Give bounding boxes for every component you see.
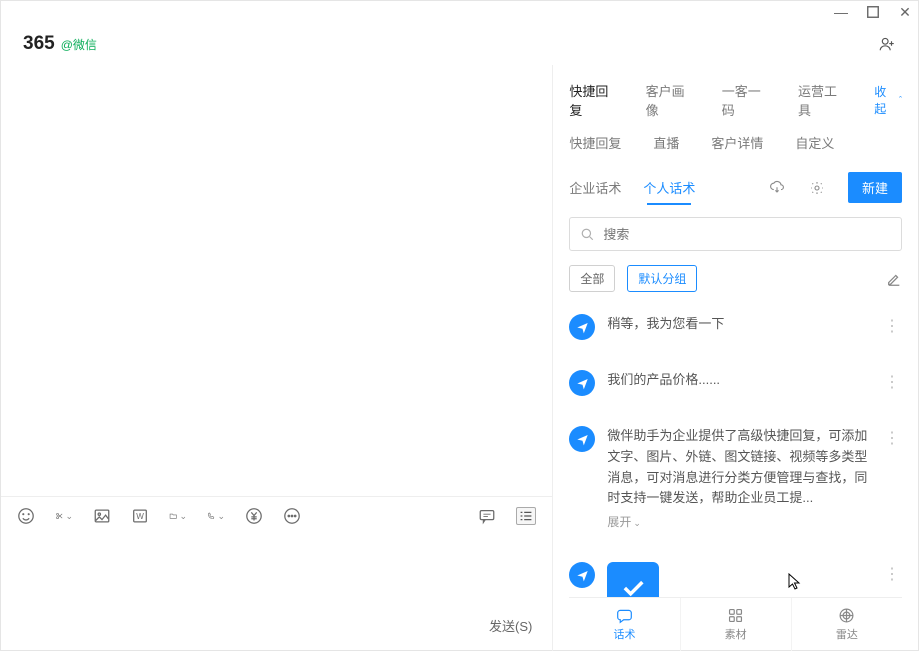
item-more-icon[interactable]: ⋮ — [884, 314, 898, 340]
search-box[interactable] — [569, 217, 902, 251]
script-type-row: 企业话术 个人话术 新建 — [569, 172, 902, 203]
chat-bubble-icon — [616, 607, 633, 624]
group-chips: 全部 默认分组 — [569, 265, 902, 292]
nav-script[interactable]: 话术 — [569, 598, 680, 651]
side-panel: 快捷回复 客户画像 一客一码 运营工具 收起ˆ 快捷回复 直播 客户详情 自定义… — [553, 65, 918, 651]
scissors-icon[interactable]: ⌄ — [55, 507, 73, 525]
send-reply-icon[interactable] — [569, 370, 595, 396]
tab2-live[interactable]: 直播 — [653, 133, 679, 152]
primary-tabs: 快捷回复 客户画像 一客一码 运营工具 收起ˆ — [569, 81, 902, 119]
chip-default-group[interactable]: 默认分组 — [627, 265, 697, 292]
reply-list: 稍等，我为您看一下 ⋮ 我们的产品价格...... ⋮ 微伴助手为企业提供了高级… — [569, 314, 902, 597]
chat-panel: ⌄ W ⌄ ⌄ 发送(S) — [1, 65, 553, 651]
reply-item: 微伴助手为企业提供了高级快捷回复，可添加文字、图片、外链、图文链接、视频等多类型… — [569, 426, 898, 532]
phone-icon[interactable]: ⌄ — [207, 507, 225, 525]
grid-icon — [727, 607, 744, 624]
svg-text:W: W — [136, 512, 144, 521]
reply-image[interactable] — [607, 562, 872, 597]
currency-icon[interactable] — [245, 507, 263, 525]
nav-radar[interactable]: 雷达 — [792, 598, 902, 651]
tab2-custom[interactable]: 自定义 — [795, 133, 834, 152]
item-more-icon[interactable]: ⋮ — [884, 562, 898, 597]
chip-all[interactable]: 全部 — [569, 265, 615, 292]
collapse-button[interactable]: 收起ˆ — [874, 83, 902, 117]
more-icon[interactable] — [283, 507, 301, 525]
send-reply-icon[interactable] — [569, 562, 595, 588]
bottom-nav: 话术 素材 雷达 — [569, 597, 902, 651]
list-view-icon[interactable] — [516, 507, 536, 525]
header: 365 @微信 — [1, 23, 918, 65]
checkmark-image-icon — [607, 562, 659, 597]
enterprise-script-tab[interactable]: 企业话术 — [569, 178, 621, 197]
contact-name: 365 — [23, 33, 55, 55]
settings-icon[interactable] — [808, 179, 826, 197]
image-icon[interactable] — [93, 507, 111, 525]
reply-text[interactable]: 微伴助手为企业提供了高级快捷回复，可添加文字、图片、外链、图文链接、视频等多类型… — [607, 426, 872, 532]
quote-icon[interactable] — [478, 507, 496, 525]
nav-material[interactable]: 素材 — [681, 598, 792, 651]
tab-one-code[interactable]: 一客一码 — [722, 81, 770, 119]
item-more-icon[interactable]: ⋮ — [884, 370, 898, 396]
secondary-tabs: 快捷回复 直播 客户详情 自定义 — [569, 133, 902, 152]
expand-button[interactable]: 展开 ⌄ — [607, 513, 872, 532]
input-toolbar: ⌄ W ⌄ ⌄ — [1, 497, 552, 535]
item-more-icon[interactable]: ⋮ — [884, 426, 898, 532]
tab-customer-profile[interactable]: 客户画像 — [646, 81, 694, 119]
reply-item: 稍等，我为您看一下 ⋮ — [569, 314, 898, 340]
reply-item: ⋮ — [569, 562, 898, 597]
reply-text[interactable]: 我们的产品价格...... — [607, 370, 872, 396]
chat-input-area: ⌄ W ⌄ ⌄ 发送(S) — [1, 496, 552, 651]
send-reply-icon[interactable] — [569, 314, 595, 340]
radar-icon — [838, 607, 855, 624]
edit-icon[interactable] — [886, 271, 902, 287]
word-icon[interactable]: W — [131, 507, 149, 525]
search-icon — [580, 227, 595, 242]
search-input[interactable] — [603, 227, 891, 242]
chat-history[interactable] — [1, 65, 552, 496]
new-button[interactable]: 新建 — [848, 172, 902, 203]
send-reply-icon[interactable] — [569, 426, 595, 452]
tab-quick-reply[interactable]: 快捷回复 — [569, 81, 617, 119]
maximize-button[interactable] — [866, 5, 880, 19]
add-person-icon[interactable] — [878, 35, 896, 53]
contact-source: @微信 — [61, 36, 97, 53]
tab2-quick-reply[interactable]: 快捷回复 — [569, 133, 621, 152]
cloud-download-icon[interactable] — [768, 179, 786, 197]
close-button[interactable]: ✕ — [898, 5, 912, 19]
tab-tools[interactable]: 运营工具 — [798, 81, 846, 119]
window-titlebar: — ✕ — [1, 1, 918, 23]
minimize-button[interactable]: — — [834, 5, 848, 19]
reply-text[interactable]: 稍等，我为您看一下 — [607, 314, 872, 340]
emoji-icon[interactable] — [17, 507, 35, 525]
personal-script-tab[interactable]: 个人话术 — [643, 178, 695, 197]
folder-icon[interactable]: ⌄ — [169, 507, 187, 525]
send-button[interactable]: 发送(S) — [489, 616, 532, 635]
reply-item: 我们的产品价格...... ⋮ — [569, 370, 898, 396]
tab2-customer-detail[interactable]: 客户详情 — [711, 133, 763, 152]
